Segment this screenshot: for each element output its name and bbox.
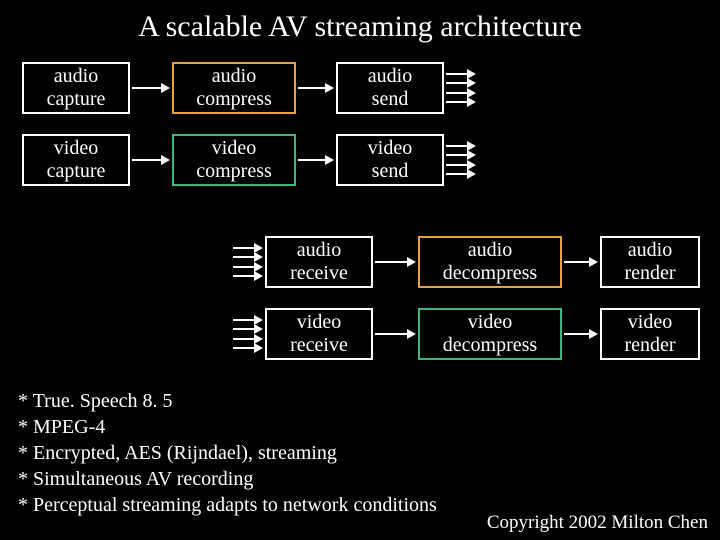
box-audio-send: audiosend [336, 62, 444, 114]
notes-list: * True. Speech 8. 5 * MPEG-4 * Encrypted… [18, 388, 437, 518]
box-audio-render: audiorender [600, 236, 700, 288]
page-title: A scalable AV streaming architecture [0, 0, 720, 62]
note-item: * Simultaneous AV recording [18, 466, 437, 492]
box-video-compress: videocompress [172, 134, 296, 186]
note-item: * True. Speech 8. 5 [18, 388, 437, 414]
box-audio-capture: audiocapture [22, 62, 130, 114]
box-video-send: videosend [336, 134, 444, 186]
note-item: * Perceptual streaming adapts to network… [18, 492, 437, 518]
box-video-decompress: videodecompress [418, 308, 562, 360]
box-audio-compress: audiocompress [172, 62, 296, 114]
box-audio-decompress: audiodecompress [418, 236, 562, 288]
box-video-capture: videocapture [22, 134, 130, 186]
box-video-receive: videoreceive [265, 308, 373, 360]
copyright-text: Copyright 2002 Milton Chen [487, 512, 708, 534]
note-item: * Encrypted, AES (Rijndael), streaming [18, 440, 437, 466]
box-video-render: videorender [600, 308, 700, 360]
box-audio-receive: audioreceive [265, 236, 373, 288]
note-item: * MPEG-4 [18, 414, 437, 440]
